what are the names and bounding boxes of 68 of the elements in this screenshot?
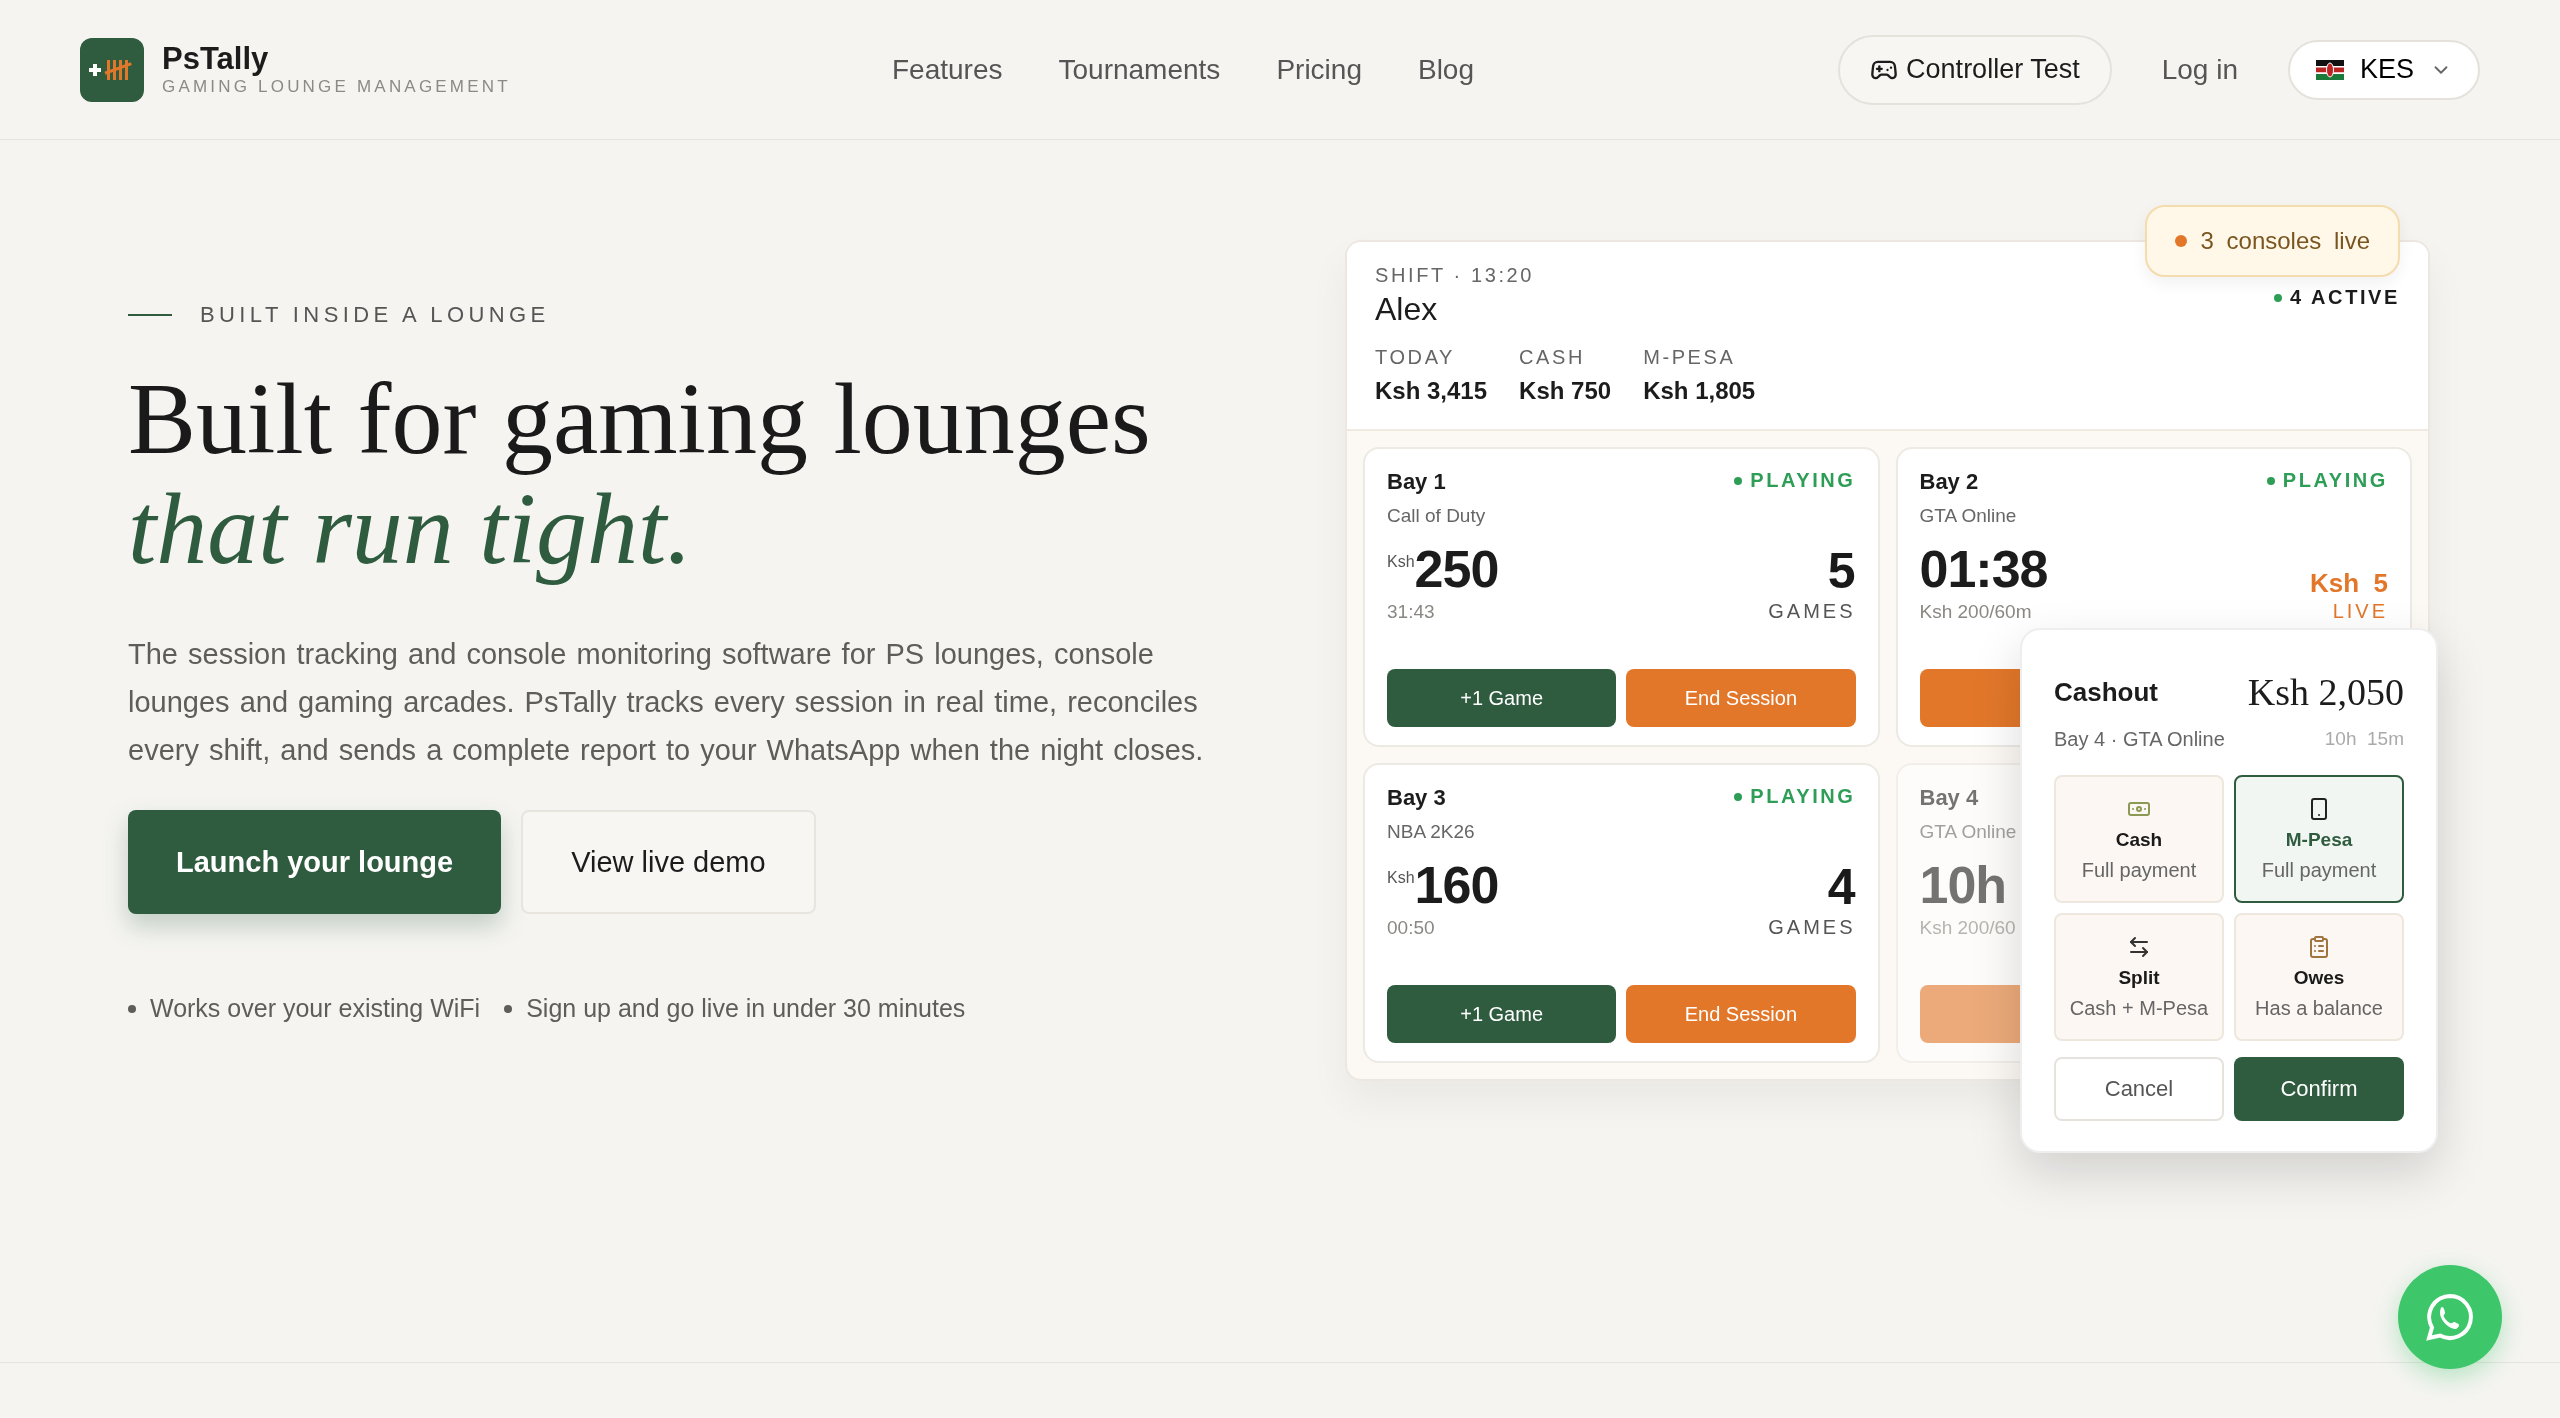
staff-name: Alex (1375, 291, 1438, 328)
logo-icon (80, 37, 144, 102)
add-game-button[interactable]: +1 Game (1387, 985, 1617, 1043)
session-timer: 01:38 (1919, 543, 2048, 595)
game-title: GTA Online (1919, 821, 2017, 843)
stat-label: M-PESA (1643, 346, 1737, 369)
games-label: GAMES (1768, 600, 1856, 623)
session-timer: 10h (1919, 859, 2007, 911)
status-label: PLAYING (1734, 785, 1856, 808)
whatsapp-button[interactable] (2398, 1265, 2502, 1369)
nav-link[interactable]: Tournaments (1058, 53, 1221, 86)
session-detail: Ksh 200/60m (1919, 601, 2032, 623)
nav-link[interactable]: Features (892, 53, 1003, 86)
active-count: 4 ACTIVE (2273, 286, 2400, 309)
cashout-amount: Ksh 2,050 (2247, 670, 2404, 714)
payment-option[interactable]: Split Cash + M-Pesa (2054, 913, 2224, 1041)
controller-test-button[interactable]: Controller Test (1838, 34, 2112, 105)
brand-name: PsTally (162, 42, 270, 77)
payment-option[interactable]: Owes Has a balance (2234, 913, 2404, 1041)
live-amount: Ksh 5 (2309, 570, 2388, 596)
bay-name: Bay 4 (1919, 785, 1979, 811)
status-label: PLAYING (2266, 469, 2388, 492)
game-title: GTA Online (1919, 505, 2017, 527)
session-detail: Ksh 200/60 (1919, 917, 2016, 939)
session-context: Bay 4 · GTA Online (2054, 728, 2225, 751)
payment-option[interactable]: M-Pesa Full payment (2234, 775, 2404, 903)
session-detail: 31:43 (1387, 601, 1435, 623)
headline: Built for gaming lounges (128, 364, 1152, 474)
cancel-button[interactable]: Cancel (2054, 1057, 2224, 1121)
feature-bullet: Sign up and go live in under 30 minutes (504, 994, 966, 1023)
demo-button[interactable]: View live demo (521, 810, 816, 914)
payment-option[interactable]: Cash Full payment (2054, 775, 2224, 903)
game-title: NBA 2K26 (1387, 821, 1475, 843)
eyebrow-text: BUILT INSIDE A LOUNGE (200, 302, 550, 328)
brand-tagline: GAMING LOUNGE MANAGEMENT (162, 76, 511, 97)
nav-link[interactable]: Pricing (1276, 53, 1362, 86)
stat-value: Ksh 750 (1519, 377, 1612, 405)
games-count: 4 (1827, 862, 1856, 912)
stat-label: CASH (1519, 346, 1587, 369)
flag-icon (2315, 59, 2344, 80)
stat-label: TODAY (1375, 346, 1457, 369)
bay-name: Bay 2 (1919, 469, 1979, 495)
clipboard-icon (2307, 934, 2331, 959)
stat-value: Ksh 1,805 (1643, 377, 1756, 405)
headline-accent: that run tight. (128, 474, 692, 584)
launch-button[interactable]: Launch your lounge (128, 810, 502, 914)
session-duration: 10h 15m (2324, 728, 2404, 751)
currency-select[interactable]: KES (2287, 39, 2480, 100)
add-game-button[interactable]: +1 Game (1387, 669, 1617, 727)
hero-description: The session tracking and console monitoring software for PS lounges, console lounges and gaming arcades. PsTally tracks every session in real time, reconciles every shift, and sends a complete report to your WhatsApp when the night closes. (128, 637, 1205, 768)
swap-arrows-icon (2127, 934, 2151, 959)
chat-phone-icon (2424, 1291, 2476, 1343)
bay-name: Bay 1 (1387, 469, 1446, 495)
nav-link[interactable]: Blog (1417, 53, 1474, 86)
bay-name: Bay 3 (1387, 785, 1446, 811)
session-detail: 00:50 (1387, 917, 1435, 939)
dialog-title: Cashout (2054, 676, 2158, 708)
confirm-button[interactable]: Confirm (2234, 1057, 2404, 1121)
stat-value: Ksh 3,415 (1375, 377, 1488, 405)
games-label: GAMES (1768, 916, 1856, 939)
live-consoles-badge: 3 consoles live (2144, 205, 2400, 277)
status-label: PLAYING (1734, 469, 1856, 492)
shift-label: SHIFT · 13:20 (1375, 264, 1535, 286)
feature-bullet: Works over your existing WiFi (128, 994, 481, 1023)
live-label: LIVE (2332, 600, 2388, 623)
game-title: Call of Duty (1387, 505, 1486, 527)
games-count: 5 (1827, 546, 1856, 596)
login-link[interactable]: Log in (2161, 53, 2238, 86)
